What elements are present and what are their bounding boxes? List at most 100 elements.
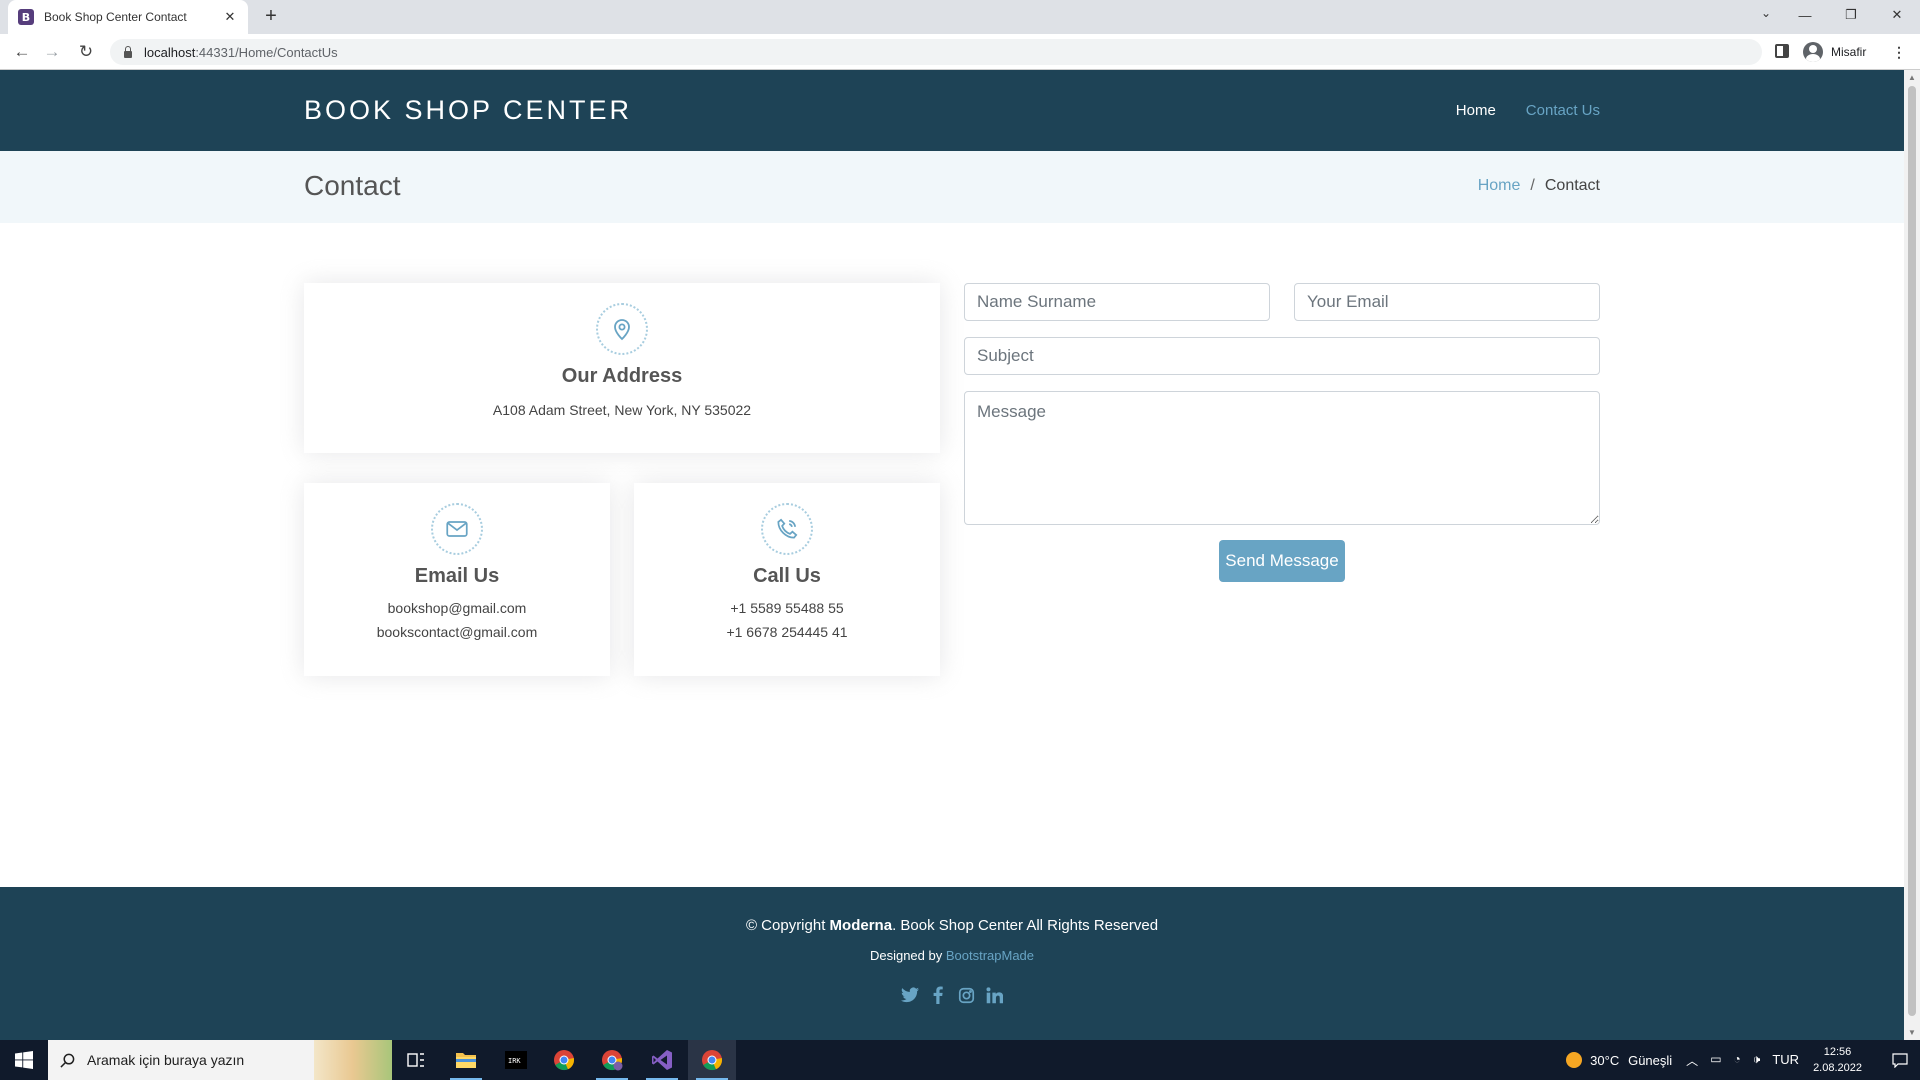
reload-icon[interactable]: ↻ xyxy=(76,42,96,62)
profile-label: Misafir xyxy=(1831,45,1867,59)
address-text: A108 Adam Street, New York, NY 535022 xyxy=(492,402,752,418)
notification-icon[interactable] xyxy=(1880,1040,1920,1080)
map-pin-icon xyxy=(596,303,648,355)
site-footer: © Copyright Moderna. Book Shop Center Al… xyxy=(0,887,1904,1040)
taskbar-search-text: Aramak için buraya yazın xyxy=(87,1052,245,1068)
message-textarea[interactable] xyxy=(964,391,1600,525)
email-box: Email Us bookshop@gmail.com bookscontact… xyxy=(304,483,610,676)
svg-text:IRK: IRK xyxy=(508,1057,521,1065)
search-icon xyxy=(60,1053,75,1068)
address-box: Our Address A108 Adam Street, New York, … xyxy=(304,283,940,453)
tab-title: Book Shop Center Contact xyxy=(44,10,187,24)
chrome-profile-icon[interactable] xyxy=(588,1040,636,1080)
phone-line-2: +1 6678 254445 41 xyxy=(726,624,848,640)
weather-temp: 30°C xyxy=(1590,1052,1620,1068)
linkedin-icon[interactable] xyxy=(985,985,1003,1005)
language-indicator[interactable]: TUR xyxy=(1772,1052,1799,1069)
browser-tab[interactable]: B Book Shop Center Contact ✕ xyxy=(8,0,248,34)
copyright-brand: Moderna xyxy=(829,917,893,934)
chrome-active-icon[interactable] xyxy=(688,1040,736,1080)
tab-close-icon[interactable]: ✕ xyxy=(222,9,238,25)
browser-menu-icon[interactable]: ⋮ xyxy=(1892,44,1906,61)
restore-icon[interactable]: ❐ xyxy=(1828,0,1874,30)
taskbar-search[interactable]: Aramak için buraya yazın xyxy=(48,1040,392,1080)
volume-icon[interactable]: 🕩 xyxy=(1753,1052,1761,1069)
lock-icon[interactable] xyxy=(124,45,132,58)
social-links xyxy=(0,985,1904,1005)
instagram-icon[interactable] xyxy=(957,985,975,1005)
nav-home-link[interactable]: Home xyxy=(1456,102,1496,119)
wifi-icon[interactable]: ◔ xyxy=(1734,1052,1741,1069)
breadcrumb-current: Contact xyxy=(1544,177,1600,194)
envelope-icon xyxy=(431,503,483,555)
copyright-text: © Copyright Moderna. Book Shop Center Al… xyxy=(0,917,1904,934)
email-input[interactable] xyxy=(1294,283,1600,321)
system-tray: 30°C Güneşli ︿ ▭ ◔ 🕩 TUR 12:56 2.08.2022 xyxy=(1566,1040,1920,1080)
forward-icon[interactable]: → xyxy=(42,42,62,62)
search-highlight-image xyxy=(314,1040,392,1080)
side-panel-icon[interactable] xyxy=(1775,44,1789,58)
chevron-up-icon[interactable]: ︿ xyxy=(1686,1052,1698,1069)
visual-studio-icon[interactable] xyxy=(638,1040,686,1080)
email-line-1: bookshop@gmail.com xyxy=(387,600,527,616)
favicon-icon: B xyxy=(18,9,34,25)
clock[interactable]: 12:56 2.08.2022 xyxy=(1813,1044,1862,1076)
copyright-prefix: © Copyright xyxy=(745,917,830,934)
breadcrumb: Home / Contact xyxy=(1478,177,1600,195)
copyright-suffix: . Book Shop Center All Rights Reserved xyxy=(892,917,1159,934)
terminal-icon[interactable]: IRK xyxy=(492,1040,540,1080)
address-title: Our Address xyxy=(561,365,683,387)
address-bar[interactable]: localhost:44331/Home/ContactUs xyxy=(110,39,1762,65)
scroll-down-icon[interactable]: ▼ xyxy=(1908,1028,1916,1037)
name-input[interactable] xyxy=(964,283,1270,321)
tray-icons: ︿ ▭ ◔ 🕩 TUR xyxy=(1686,1052,1799,1069)
site-logo[interactable]: BOOK SHOP CENTER xyxy=(304,95,632,126)
new-tab-icon[interactable]: + xyxy=(260,6,282,28)
site-header: BOOK SHOP CENTER Home Contact Us xyxy=(0,70,1904,151)
email-title: Email Us xyxy=(414,565,500,587)
breadcrumb-separator: / xyxy=(1530,177,1535,194)
browser-chrome: B Book Shop Center Contact ✕ + ⌄ — ❐ ✕ ←… xyxy=(0,0,1920,70)
back-icon[interactable]: ← xyxy=(12,42,32,62)
profile-button[interactable]: Misafir xyxy=(1803,42,1866,62)
email-line-2: bookscontact@gmail.com xyxy=(376,624,538,640)
designed-prefix: Designed by xyxy=(869,948,946,963)
sun-icon xyxy=(1566,1052,1583,1068)
designed-by: Designed by BootstrapMade xyxy=(0,948,1904,963)
nav-contact-link[interactable]: Contact Us xyxy=(1526,102,1600,119)
page-viewport: BOOK SHOP CENTER Home Contact Us Contact… xyxy=(0,70,1920,1040)
tab-search-icon[interactable]: ⌄ xyxy=(1754,6,1778,24)
chrome-icon[interactable] xyxy=(540,1040,588,1080)
weather-widget[interactable]: 30°C Güneşli xyxy=(1566,1051,1672,1069)
windows-start-icon[interactable] xyxy=(0,1040,48,1080)
main-nav: Home Contact Us xyxy=(1456,102,1600,119)
breadcrumbs-section: Contact Home / Contact xyxy=(0,151,1904,223)
avatar-icon xyxy=(1803,42,1823,62)
subject-input[interactable] xyxy=(964,337,1600,375)
breadcrumb-home-link[interactable]: Home xyxy=(1478,177,1521,195)
file-explorer-icon[interactable] xyxy=(442,1040,490,1080)
clock-time: 12:56 xyxy=(1823,1046,1852,1058)
window-controls: — ❐ ✕ xyxy=(1782,0,1920,30)
scroll-thumb[interactable] xyxy=(1908,86,1916,1016)
task-view-icon[interactable] xyxy=(392,1040,440,1080)
url-host: localhost xyxy=(144,44,196,60)
bootstrapmade-link[interactable]: BootstrapMade xyxy=(946,948,1034,963)
twitter-icon[interactable] xyxy=(901,985,919,1005)
page: BOOK SHOP CENTER Home Contact Us Contact… xyxy=(0,70,1904,1040)
facebook-icon[interactable] xyxy=(929,985,947,1005)
url-path: :44331/Home/ContactUs xyxy=(195,44,338,60)
scroll-up-icon[interactable]: ▲ xyxy=(1908,73,1916,82)
battery-icon[interactable]: ▭ xyxy=(1710,1052,1721,1069)
browser-toolbar: ← → ↻ localhost:44331/Home/ContactUs Mis… xyxy=(0,34,1920,70)
call-title: Call Us xyxy=(753,565,821,587)
phone-icon xyxy=(761,503,813,555)
phone-line-1: +1 5589 55488 55 xyxy=(730,600,844,616)
window-close-icon[interactable]: ✕ xyxy=(1874,0,1920,30)
send-message-button[interactable]: Send Message xyxy=(1219,540,1345,582)
page-scrollbar[interactable]: ▲ ▼ xyxy=(1904,70,1920,1040)
call-box: Call Us +1 5589 55488 55 +1 6678 254445 … xyxy=(634,483,940,676)
minimize-icon[interactable]: — xyxy=(1782,0,1828,30)
windows-taskbar: Aramak için buraya yazın IRK 30°C Güneşl… xyxy=(0,1040,1920,1080)
clock-date: 2.08.2022 xyxy=(1813,1062,1862,1074)
